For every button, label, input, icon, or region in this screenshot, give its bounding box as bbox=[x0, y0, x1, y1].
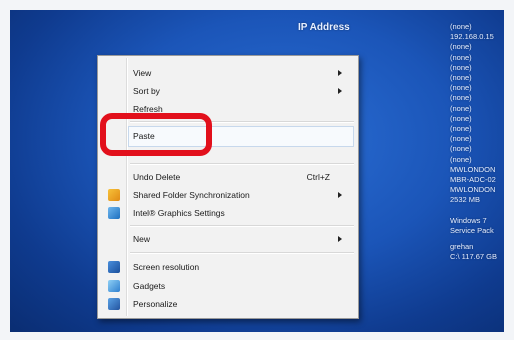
menu-item-shortcut: Ctrl+Z bbox=[306, 172, 330, 182]
bginfo-value: (none) bbox=[450, 144, 472, 154]
bginfo-value: (none) bbox=[450, 62, 472, 72]
menu-item-undo-delete[interactable]: Undo Delete Ctrl+Z bbox=[100, 168, 356, 186]
bginfo-value: (none) bbox=[450, 83, 472, 93]
menu-item-gadgets[interactable]: Gadgets bbox=[100, 277, 356, 295]
menu-separator bbox=[130, 163, 354, 165]
bginfo-value: 192.168.0.15 bbox=[450, 32, 494, 42]
bginfo-value: (none) bbox=[450, 103, 472, 113]
desktop-context-menu: View Sort by Refresh Paste Undo Delete C… bbox=[97, 55, 359, 319]
bginfo-value: (none) bbox=[450, 124, 472, 134]
menu-separator bbox=[130, 252, 354, 254]
paste-highlight-annotation bbox=[100, 113, 212, 156]
menu-item-label: New bbox=[133, 234, 151, 244]
menu-item-label: Shared Folder Synchronization bbox=[133, 190, 250, 200]
bginfo-value: (none) bbox=[450, 134, 472, 144]
menu-item-new[interactable]: New bbox=[100, 230, 356, 248]
menu-item-personalize[interactable]: Personalize bbox=[100, 295, 356, 313]
menu-item-sort-by[interactable]: Sort by bbox=[100, 82, 356, 100]
menu-item-label: Gadgets bbox=[133, 281, 166, 291]
bginfo-value: (none) bbox=[450, 73, 472, 83]
menu-item-screen-resolution[interactable]: Screen resolution bbox=[100, 258, 356, 276]
menu-separator bbox=[130, 225, 354, 227]
gadgets-icon bbox=[108, 280, 120, 292]
bginfo-value: MBR-ADC-02 bbox=[450, 175, 496, 185]
bginfo-value: (none) bbox=[450, 42, 472, 52]
bginfo-value: (none) bbox=[450, 22, 472, 31]
bginfo-value: MWLONDON bbox=[450, 164, 496, 174]
bginfo-header: IP Address bbox=[298, 22, 350, 33]
bginfo-value: grehan bbox=[450, 242, 474, 252]
bginfo-value: (none) bbox=[450, 154, 472, 164]
menu-item-label: View bbox=[133, 68, 152, 78]
personalize-icon bbox=[108, 298, 120, 310]
menu-item-label: Screen resolution bbox=[133, 262, 200, 272]
bginfo-values: (none) 192.168.0.15 (none) (none) (none)… bbox=[450, 22, 504, 262]
bginfo-value: (none) bbox=[450, 113, 472, 123]
menu-item-label: Personalize bbox=[133, 299, 178, 309]
bginfo-value: (none) bbox=[450, 52, 472, 62]
menu-item-view[interactable]: View bbox=[100, 64, 356, 82]
intel-graphics-icon bbox=[108, 207, 120, 219]
submenu-arrow-icon bbox=[338, 192, 342, 198]
menu-item-label: Intel® Graphics Settings bbox=[133, 208, 225, 218]
sync-folder-icon bbox=[108, 189, 120, 201]
menu-item-intel-graphics[interactable]: Intel® Graphics Settings bbox=[100, 204, 356, 222]
submenu-arrow-icon bbox=[338, 88, 342, 94]
bginfo-value: (none) bbox=[450, 93, 472, 103]
submenu-arrow-icon bbox=[338, 70, 342, 76]
bginfo-value: MWLONDON bbox=[450, 185, 496, 195]
menu-item-label: Sort by bbox=[133, 86, 160, 96]
submenu-arrow-icon bbox=[338, 236, 342, 242]
menu-item-shared-folder-sync[interactable]: Shared Folder Synchronization bbox=[100, 186, 356, 204]
menu-item-label: Undo Delete bbox=[133, 172, 181, 182]
bginfo-value: C:\ 117.67 GB bbox=[450, 252, 497, 262]
bginfo-value: Service Pack bbox=[450, 225, 494, 235]
bginfo-value: Windows 7 bbox=[450, 215, 487, 225]
bginfo-value: 2532 MB bbox=[450, 195, 481, 205]
screen-resolution-icon bbox=[108, 261, 120, 273]
